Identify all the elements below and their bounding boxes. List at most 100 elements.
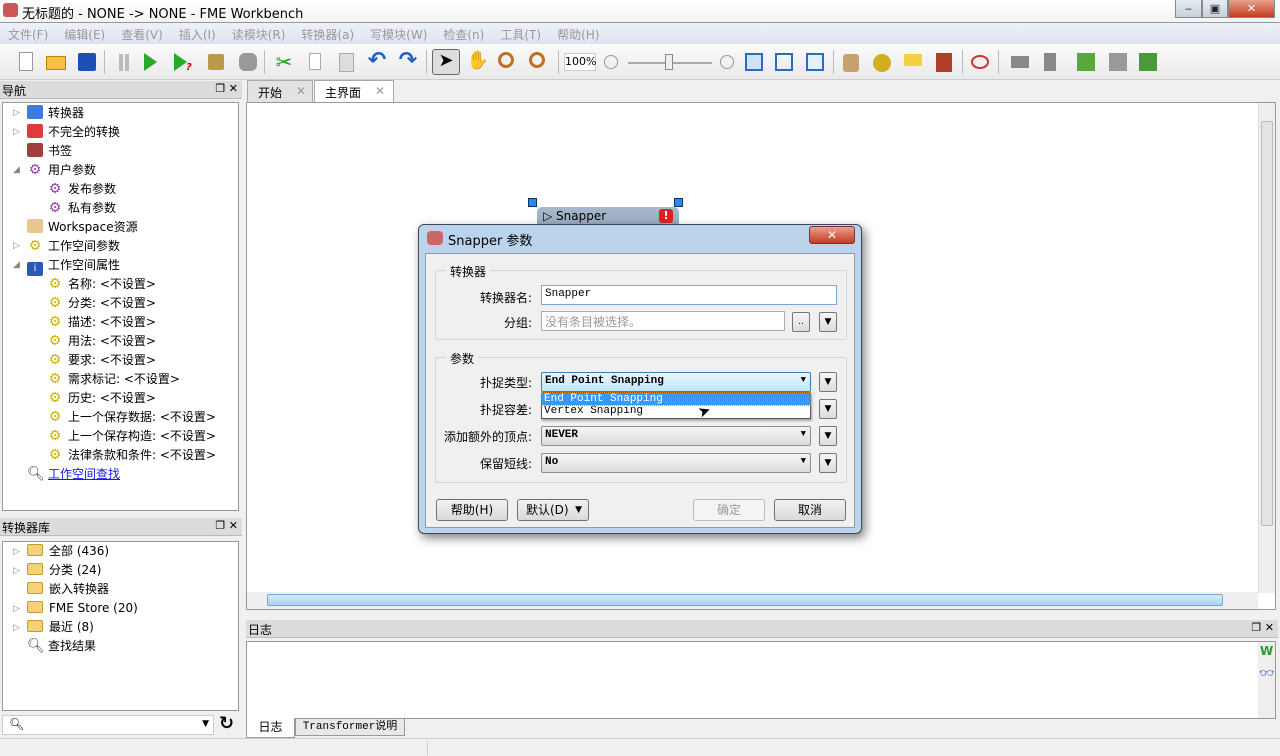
menu-file[interactable]: 文件(F) <box>0 23 56 43</box>
nav-item-property[interactable]: ⚙ 上一个保存数据: <不设置> <box>47 408 216 427</box>
new-file-icon[interactable] <box>14 50 38 74</box>
connect-icon[interactable] <box>968 50 992 74</box>
close-button[interactable]: ✕ <box>1228 0 1275 18</box>
nav-item-transformers[interactable]: 转换器 <box>27 104 84 123</box>
transformer-name-input[interactable]: Snapper <box>541 285 837 305</box>
nav-item-workspace-properties[interactable]: i 工作空间属性 <box>27 256 120 276</box>
horizontal-scrollbar[interactable] <box>247 592 1258 609</box>
select-pointer-icon[interactable]: ➤ <box>432 49 460 75</box>
cancel-button[interactable]: 取消 <box>774 499 846 521</box>
zoom-out-icon[interactable] <box>527 50 551 74</box>
paste-icon[interactable] <box>334 50 358 74</box>
tab-start[interactable]: 开始 ✕ <box>247 80 313 102</box>
undo-icon[interactable]: ↶ <box>365 50 389 74</box>
library-item-all[interactable]: 全部 (436) <box>27 542 109 561</box>
stop-icon[interactable] <box>236 50 260 74</box>
menu-writers[interactable]: 写模块(W) <box>362 23 435 43</box>
library-item-search-results[interactable]: 🔍︎ 查找结果 <box>27 637 96 656</box>
log-filter-icon[interactable]: W <box>1260 644 1273 658</box>
nav-item-property[interactable]: ⚙ 需求标记: <不设置> <box>47 370 180 389</box>
redo-icon[interactable]: ↷ <box>396 50 420 74</box>
add-reader-icon[interactable] <box>840 50 864 74</box>
chevron-down-icon[interactable]: ▼ <box>202 719 209 729</box>
zoom-fit-icon[interactable] <box>803 50 827 74</box>
nav-item-workspace-params[interactable]: ⚙ 工作空间参数 <box>27 237 120 256</box>
menu-edit[interactable]: 编辑(E) <box>56 23 113 43</box>
vertical-scrollbar[interactable] <box>1258 103 1275 593</box>
panel-controls[interactable]: ❐ ✕ <box>215 519 238 532</box>
run-with-prompt-icon[interactable]: ? <box>170 50 194 74</box>
zoom-level-field[interactable]: 100% <box>564 53 596 71</box>
scrollbar-thumb[interactable] <box>1261 121 1273 526</box>
menu-readers[interactable]: 读模块(R) <box>224 23 294 43</box>
scrollbar-thumb[interactable] <box>267 594 1223 606</box>
save-icon[interactable] <box>75 50 99 74</box>
keep-short-select[interactable]: No ▼ <box>541 453 811 473</box>
library-item-recent[interactable]: 最近 (8) <box>27 618 94 637</box>
selection-handle[interactable] <box>674 198 683 207</box>
menu-insert[interactable]: 插入(I) <box>171 23 224 43</box>
zoom-slider-thumb[interactable] <box>665 54 673 70</box>
pause-icon[interactable] <box>112 50 136 74</box>
panel-controls[interactable]: ❐ ✕ <box>215 82 238 95</box>
tab-log[interactable]: 日志 <box>246 718 295 738</box>
defaults-button[interactable]: 默认(D) ▼ <box>517 499 589 521</box>
dialog-close-button[interactable]: ✕ <box>809 226 855 244</box>
minimize-button[interactable]: ‒ <box>1175 0 1202 18</box>
zoom-plus-icon[interactable] <box>720 55 734 69</box>
zoom-selected-icon[interactable] <box>742 50 766 74</box>
library-item-categories[interactable]: 分类 (24) <box>27 561 101 580</box>
chevron-down-icon[interactable]: ▼ <box>819 453 837 473</box>
nav-item-property[interactable]: ⚙ 分类: <不设置> <box>47 294 156 313</box>
chevron-down-icon[interactable]: ▼ <box>819 312 837 332</box>
snap-type-select[interactable]: End Point Snapping ▼ <box>541 372 811 392</box>
ok-button[interactable]: 确定 <box>693 499 765 521</box>
group-input[interactable]: 没有条目被选择。 <box>541 311 785 331</box>
add-bookmark-icon[interactable] <box>932 50 956 74</box>
label[interactable]: 工作空间查找 <box>48 467 120 481</box>
pan-hand-icon[interactable]: ✋ <box>466 50 490 74</box>
nav-item-property[interactable]: ⚙ 描述: <不设置> <box>47 313 156 332</box>
tab-transformer-help[interactable]: Transformer说明 <box>295 718 405 736</box>
nav-item-private-params[interactable]: ⚙ 私有参数 <box>47 199 116 218</box>
nav-item-property[interactable]: ⚙ 用法: <不设置> <box>47 332 156 351</box>
download-icon[interactable] <box>1136 50 1160 74</box>
cut-icon[interactable]: ✂ <box>272 50 296 74</box>
nav-item-property[interactable]: ⚙ 名称: <不设置> <box>47 275 156 294</box>
library-item-embedded[interactable]: 嵌入转换器 <box>27 580 109 599</box>
nav-item-property[interactable]: ⚙ 要求: <不设置> <box>47 351 156 370</box>
maximize-button[interactable]: ▣ <box>1202 0 1228 18</box>
nav-item-published-params[interactable]: ⚙ 发布参数 <box>47 180 116 199</box>
close-tab-icon[interactable]: ✕ <box>296 84 306 98</box>
align-vertical-icon[interactable] <box>1038 50 1062 74</box>
help-button[interactable]: 帮助(H) <box>436 499 508 521</box>
nav-item-workspace-resources[interactable]: Workspace资源 <box>27 218 138 237</box>
open-folder-icon[interactable] <box>44 50 68 74</box>
nav-item-property[interactable]: ⚙ 历史: <不设置> <box>47 389 156 408</box>
workspace-search-link[interactable]: 🔍︎ 工作空间查找 <box>27 465 120 484</box>
tab-main[interactable]: 主界面 ✕ <box>314 80 394 103</box>
zoom-in-icon[interactable] <box>496 50 520 74</box>
zoom-extents-icon[interactable] <box>772 50 796 74</box>
nav-item-bookmarks[interactable]: 书签 <box>27 142 72 161</box>
zoom-minus-icon[interactable] <box>604 55 618 69</box>
library-item-fme-store[interactable]: FME Store (20) <box>27 599 138 618</box>
nav-item-property[interactable]: ⚙ 上一个保存构造: <不设置> <box>47 427 216 446</box>
run-icon[interactable] <box>138 50 162 74</box>
panel-controls[interactable]: ❐ ✕ <box>1251 621 1274 634</box>
chevron-down-icon[interactable]: ▼ <box>819 399 837 419</box>
chevron-down-icon[interactable]: ▼ <box>819 372 837 392</box>
dropdown-option-vertex[interactable]: Vertex Snapping <box>542 405 810 417</box>
selection-handle[interactable] <box>528 198 537 207</box>
dropdown-option-end-point[interactable]: End Point Snapping <box>541 392 811 406</box>
menu-help[interactable]: 帮助(H) <box>549 23 607 43</box>
align-horizontal-icon[interactable] <box>1008 50 1032 74</box>
find-icon[interactable]: 👓︎ <box>1259 666 1274 680</box>
publish-icon[interactable] <box>1106 50 1130 74</box>
library-search-input[interactable]: 🔍︎ ▼ <box>2 715 214 735</box>
log-scrollbar[interactable]: W 👓︎ <box>1258 642 1275 718</box>
nav-item-user-params[interactable]: ⚙ 用户参数 <box>27 161 96 180</box>
nav-item-property[interactable]: ⚙ 法律条款和条件: <不设置> <box>47 446 216 465</box>
add-transformer-icon[interactable] <box>870 50 894 74</box>
browse-button[interactable]: .. <box>792 312 810 332</box>
